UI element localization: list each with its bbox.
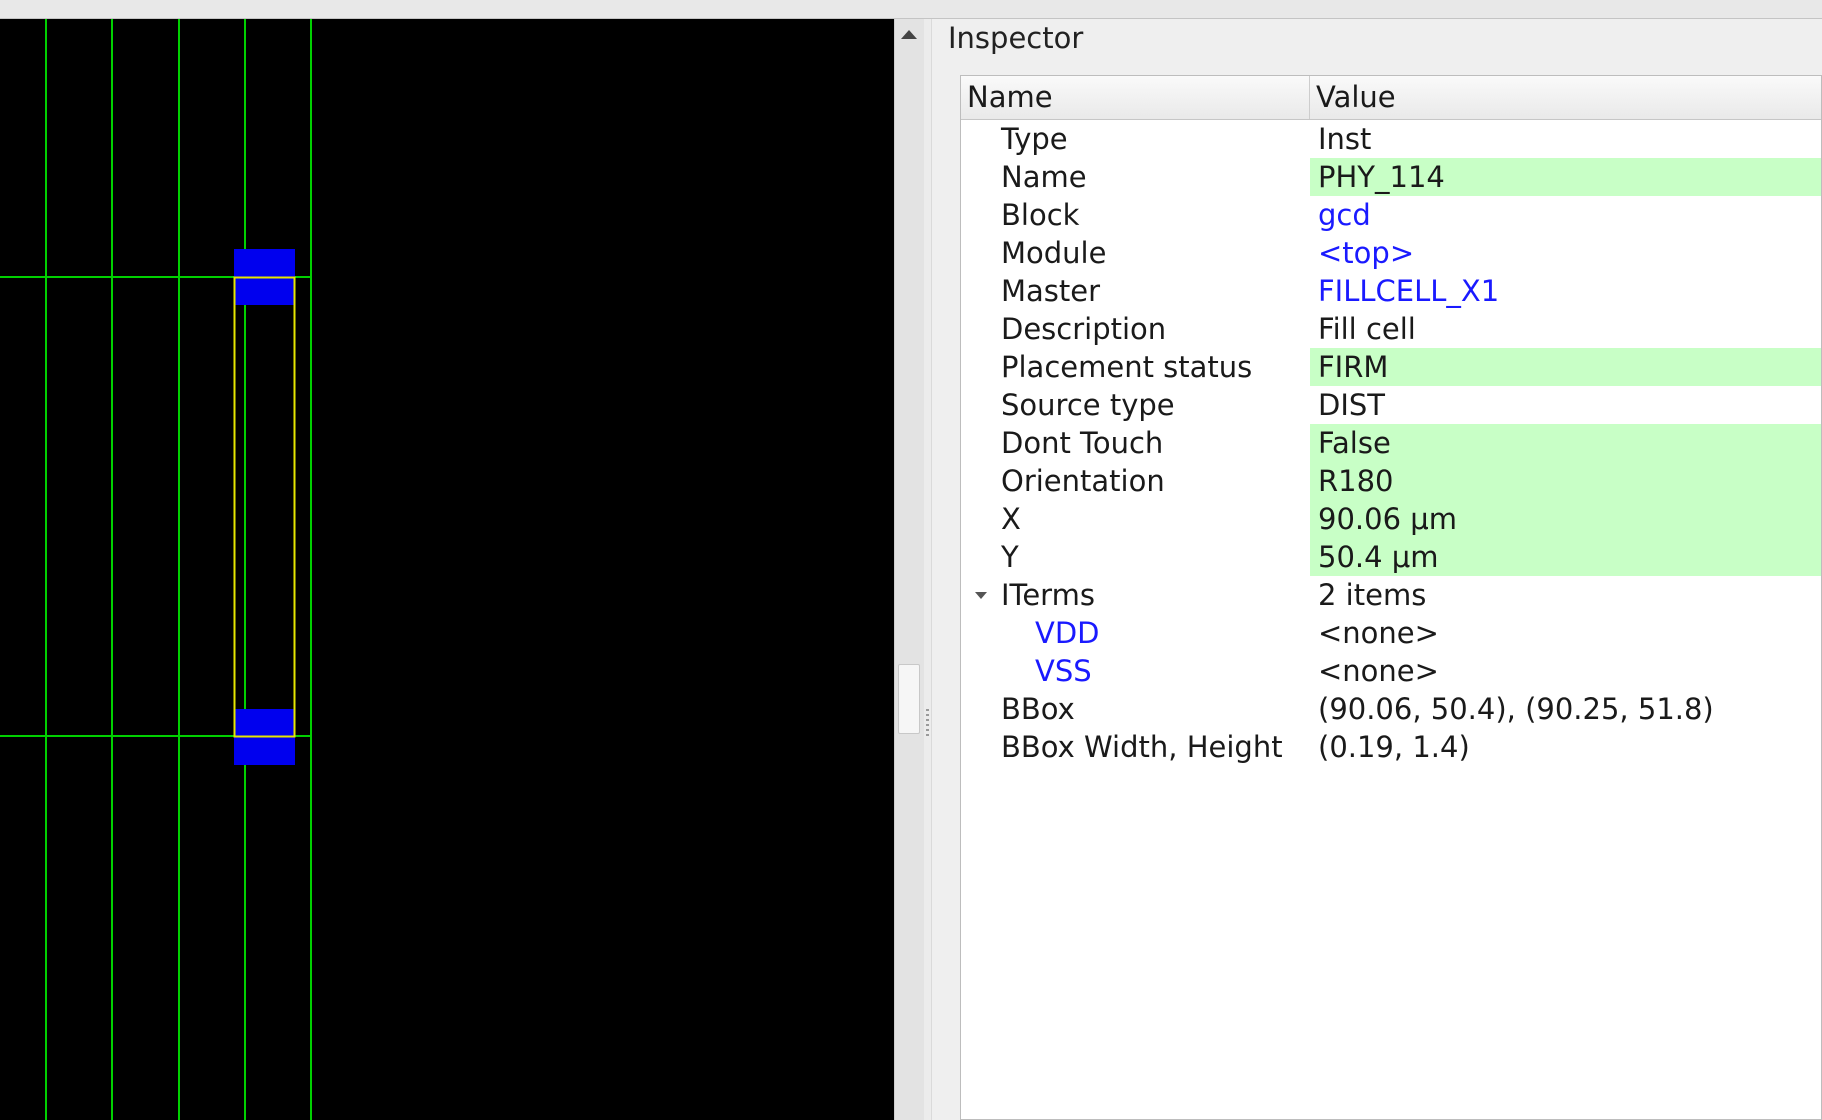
property-row[interactable]: BBox Width, Height (0.19, 1.4) [961,728,1821,766]
property-value-editable[interactable]: PHY_114 [1310,158,1821,196]
property-value: (0.19, 1.4) [1318,730,1470,764]
column-header-name[interactable]: Name [961,76,1310,119]
property-name-cell: VSS [961,652,1310,690]
property-name[interactable]: VSS [1035,652,1092,690]
scroll-up-arrow-icon[interactable] [898,21,920,47]
property-name-cell: Placement status [961,348,1310,386]
splitter-grip-icon [926,709,929,739]
property-value: <none> [1318,616,1439,650]
property-name-cell: Master [961,272,1310,310]
property-value-link[interactable]: <top> [1310,234,1821,272]
inspector-tree[interactable]: Name Value Type Inst Name PHY_114 Block gcd Mo… [960,75,1822,1120]
property-name: Placement status [1001,350,1253,384]
inspector-title: Inspector [948,21,1084,55]
property-row[interactable]: Block gcd [961,196,1821,234]
property-row[interactable]: Orientation R180 [961,462,1821,500]
property-row[interactable]: Description Fill cell [961,310,1821,348]
property-name: Y [1001,540,1019,574]
property-row[interactable]: Name PHY_114 [961,158,1821,196]
property-name-cell: Name [961,158,1310,196]
property-name: BBox Width, Height [1001,730,1283,764]
property-name-cell: Orientation [961,462,1310,500]
column-header-value[interactable]: Value [1310,76,1821,119]
property-name: Module [1001,236,1107,270]
inspector-panel: Inspector Name Value Type Inst Name PHY_114… [932,19,1822,1120]
property-row[interactable]: BBox (90.06, 50.4), (90.25, 51.8) [961,690,1821,728]
property-row[interactable]: Source type DIST [961,386,1821,424]
property-value: <none> [1318,654,1439,688]
property-value: Inst [1318,122,1372,156]
grid-lines [0,19,312,1120]
property-name-cell: BBox [961,690,1310,728]
property-value-editable[interactable]: 50.4 μm [1310,538,1821,576]
property-name: Source type [1001,388,1175,422]
property-name-cell: Module [961,234,1310,272]
property-row[interactable]: VDD <none> [961,614,1821,652]
property-name-cell: ITerms [961,576,1310,614]
property-name[interactable]: VDD [1035,614,1100,652]
property-row[interactable]: Dont Touch False [961,424,1821,462]
property-name-cell: VDD [961,614,1310,652]
property-name: BBox [1001,692,1075,726]
scroll-thumb[interactable] [898,664,920,734]
property-name-cell: Y [961,538,1310,576]
property-row[interactable]: Module <top> [961,234,1821,272]
property-name-cell: Dont Touch [961,424,1310,462]
property-row[interactable]: Master FILLCELL_X1 [961,272,1821,310]
property-row[interactable]: Placement status FIRM [961,348,1821,386]
property-name-cell: Type [961,120,1310,158]
property-name: X [1001,502,1021,536]
panel-splitter[interactable] [924,19,932,1120]
tree-rows: Type Inst Name PHY_114 Block gcd Module <top> Ma… [961,120,1821,766]
property-value-editable[interactable]: False [1310,424,1821,462]
property-value: Fill cell [1318,312,1416,346]
property-name-cell: Block [961,196,1310,234]
property-name: Type [1001,122,1068,156]
selected-instance-outline[interactable] [233,276,296,738]
property-name: Orientation [1001,464,1165,498]
property-value: (90.06, 50.4), (90.25, 51.8) [1318,692,1714,726]
property-value: 2 items [1318,578,1427,612]
property-row[interactable]: X 90.06 μm [961,500,1821,538]
layout-canvas[interactable] [0,19,894,1120]
layout-vertical-scrollbar[interactable] [894,19,924,1120]
property-value-link[interactable]: gcd [1310,196,1821,234]
property-name: Master [1001,274,1101,308]
property-name: ITerms [1001,578,1095,612]
property-value-editable[interactable]: 90.06 μm [1310,500,1821,538]
property-name: Description [1001,312,1167,346]
property-name: Dont Touch [1001,426,1164,460]
property-name: Name [1001,160,1087,194]
property-row[interactable]: Type Inst [961,120,1821,158]
property-value: DIST [1318,388,1386,422]
property-name-cell: Description [961,310,1310,348]
property-value-link[interactable]: FILLCELL_X1 [1310,272,1821,310]
property-name-cell: BBox Width, Height [961,728,1310,766]
property-value-editable[interactable]: R180 [1310,462,1821,500]
property-name: Block [1001,198,1080,232]
property-row[interactable]: Y 50.4 μm [961,538,1821,576]
property-name-cell: X [961,500,1310,538]
top-bar [0,0,1822,19]
property-name-cell: Source type [961,386,1310,424]
expand-arrow-icon[interactable] [971,576,991,614]
tree-header: Name Value [961,76,1821,120]
property-row[interactable]: ITerms 2 items [961,576,1821,614]
property-value-editable[interactable]: FIRM [1310,348,1821,386]
layout-view[interactable] [0,19,894,1120]
property-row[interactable]: VSS <none> [961,652,1821,690]
